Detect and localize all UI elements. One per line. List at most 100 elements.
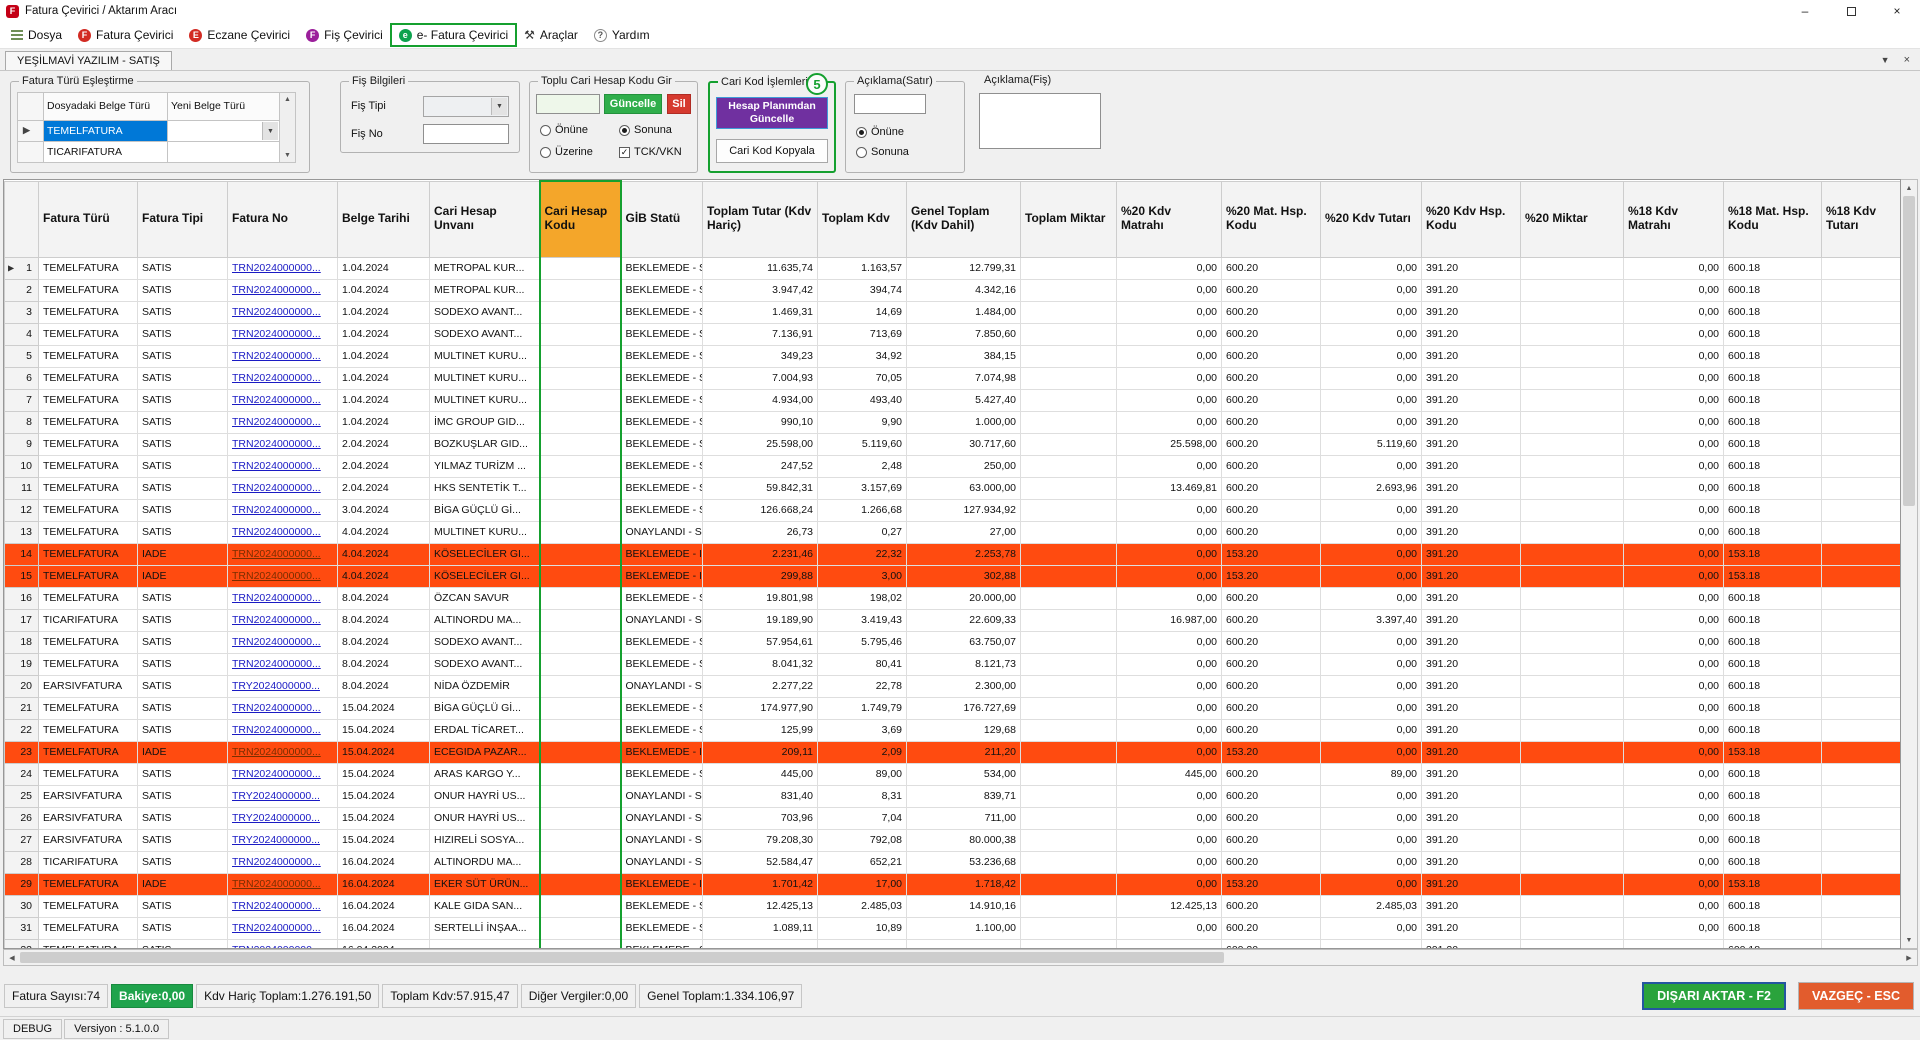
cell[interactable] [538,520,622,544]
cell[interactable]: 0,00 [1116,872,1222,896]
cell[interactable]: 600.18 [1723,586,1822,610]
cell[interactable]: 600.20 [1221,586,1321,610]
cell[interactable]: BEKLEMEDE - SA... [620,256,703,280]
cell[interactable]: 600.18 [1723,344,1822,368]
table-row[interactable]: 16 TEMELFATURA SATIS TRN2024000000... 8.04.2… [4,586,1900,610]
menu-dosya[interactable]: Dosya [3,24,70,46]
cell[interactable] [1520,344,1624,368]
cell[interactable]: 0,00 [1320,784,1422,808]
cell[interactable]: 1.749,79 [817,696,907,720]
cell[interactable]: 1.04.2024 [337,300,430,324]
row-header[interactable]: 20 [4,674,39,698]
cell[interactable]: SATIS [137,696,228,720]
cell[interactable]: ONAYLANDI - S... [620,784,703,808]
cell[interactable]: METROPAL KUR... [429,278,540,302]
column-header[interactable]: %18 Mat. Hsp. Kodu [1723,180,1822,258]
cell[interactable]: TRY2024000000... [227,784,338,808]
minimize-button[interactable]: – [1782,0,1828,22]
cell[interactable]: ALTINORDU MA... [429,608,540,632]
cell[interactable]: TEMELFATURA [38,366,138,390]
cell[interactable]: 7.136,91 [702,322,818,346]
cell[interactable] [1520,696,1624,720]
cell[interactable] [538,850,622,874]
cell[interactable]: SATIS [137,432,228,456]
cell[interactable]: 4.342,16 [906,278,1021,302]
cell[interactable]: 391.20 [1421,630,1521,654]
row-header[interactable]: 15 [4,564,39,588]
cell[interactable]: 600.20 [1221,806,1321,830]
cell[interactable]: BEKLEMEDE - SA... [620,916,703,940]
cell[interactable]: 8.121,73 [906,652,1021,676]
cell[interactable]: 0,00 [1623,586,1724,610]
cell[interactable]: 153.20 [1221,872,1321,896]
cell[interactable]: 11.635,74 [702,256,818,280]
cell[interactable]: 0,00 [1623,850,1724,874]
cell[interactable]: 19.189,90 [702,608,818,632]
cell[interactable]: IADE [137,564,228,588]
cell[interactable]: 391.20 [1421,542,1521,566]
column-header[interactable]: %20 Kdv Matrahı [1116,180,1222,258]
cell[interactable] [1520,674,1624,698]
column-header[interactable]: Fatura Tipi [137,180,228,258]
cell[interactable]: 3.157,69 [817,476,907,500]
cell[interactable]: 600.18 [1723,696,1822,720]
cell[interactable]: SATIS [137,366,228,390]
cell[interactable]: 1.04.2024 [337,322,430,346]
cell[interactable]: BEKLEMEDE - SA... [620,696,703,720]
cell[interactable]: 990,10 [702,410,818,434]
cell[interactable]: 19.801,98 [702,586,818,610]
cell[interactable]: 250,00 [906,454,1021,478]
row-header[interactable]: 17 [4,608,39,632]
column-header[interactable]: %18 Kdv Matrahı [1623,180,1724,258]
cell[interactable] [1821,608,1900,632]
cell[interactable]: TRY2024000000... [227,674,338,698]
cell[interactable]: SATIS [137,850,228,874]
cell[interactable]: 0,00 [1623,806,1724,830]
cell[interactable] [1020,938,1117,948]
cell[interactable]: BEKLEMEDE - SA... [620,300,703,324]
horizontal-scrollbar[interactable]: ◀ ▶ [3,949,1918,966]
cell[interactable]: 30.717,60 [906,432,1021,456]
cell[interactable]: 600.20 [1221,322,1321,346]
cell[interactable]: 391.20 [1421,762,1521,786]
cell[interactable] [1821,300,1900,324]
cell[interactable]: TEMELFATURA [38,718,138,742]
cell[interactable]: 63.000,00 [906,476,1021,500]
cell[interactable]: SATIS [137,520,228,544]
cell[interactable]: 391.20 [1421,872,1521,896]
cell[interactable]: TEMELFATURA [38,586,138,610]
cell[interactable]: SATIS [137,718,228,742]
cell[interactable]: 176.727,69 [906,696,1021,720]
invoice-link[interactable]: TRN2024000000... [232,768,321,780]
table-row[interactable]: 17 TICARIFATURA SATIS TRN2024000000... 8.04.… [4,608,1900,632]
cell[interactable] [1020,916,1117,940]
vertical-scrollbar[interactable]: ▲ ▼ [1901,179,1918,949]
invoice-link[interactable]: TRN2024000000... [232,856,321,868]
cell[interactable]: 1.04.2024 [337,388,430,412]
cell[interactable]: TRY2024000000... [227,828,338,852]
cell[interactable]: BEKLEMEDE - SA... [620,476,703,500]
row-header[interactable]: 13 [4,520,39,544]
cell[interactable] [538,806,622,830]
toplu-cari-input[interactable] [536,94,600,114]
cell[interactable] [1821,784,1900,808]
cell[interactable]: 600.20 [1221,432,1321,456]
cell[interactable] [1020,784,1117,808]
cell[interactable]: 600.18 [1723,300,1822,324]
maximize-button[interactable] [1828,0,1874,22]
invoice-link[interactable]: TRN2024000000... [232,658,321,670]
cell[interactable]: SATIS [137,674,228,698]
cell[interactable]: TEMELFATURA [38,564,138,588]
cell[interactable]: 27,00 [906,520,1021,544]
cell[interactable]: 0,00 [1116,344,1222,368]
cell[interactable]: SODEXO AVANT... [429,322,540,346]
cell[interactable]: TRN2024000000... [227,300,338,324]
cell[interactable]: SATIS [137,762,228,786]
cell[interactable]: 0,00 [1320,564,1422,588]
tab-dropdown-icon[interactable]: ▼ [1881,55,1890,65]
row-header[interactable]: 25 [4,784,39,808]
cell[interactable]: 391.20 [1421,476,1521,500]
horizontal-scroll-thumb[interactable] [20,952,1224,963]
cell[interactable]: BEKLEMEDE - SA... [620,938,703,948]
table-row[interactable]: 23 TEMELFATURA IADE TRN2024000000... 15.04.2… [4,740,1900,764]
